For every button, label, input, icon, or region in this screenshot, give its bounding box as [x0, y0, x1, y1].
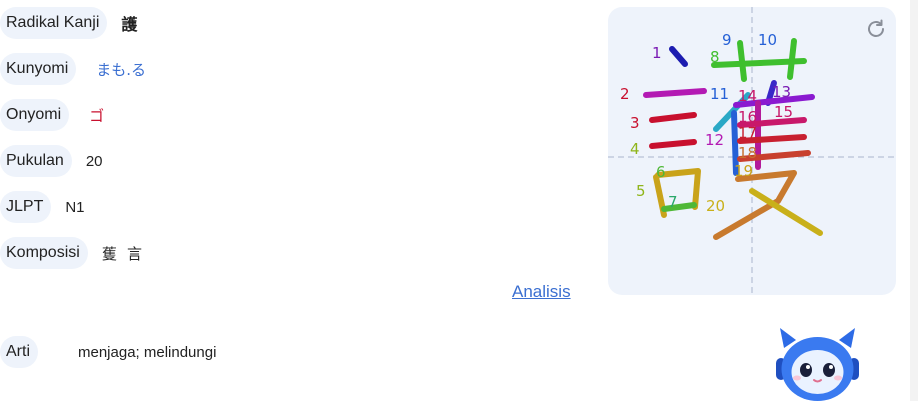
stroke	[713, 170, 797, 240]
stroke	[643, 88, 707, 98]
stroke-number: 5	[636, 182, 646, 200]
page-scrollbar[interactable]	[910, 0, 918, 401]
stroke-number: 19	[734, 162, 753, 180]
stroke-number: 2	[620, 85, 630, 103]
stroke-number: 6	[656, 163, 666, 181]
kunyomi-label: Kunyomi	[0, 53, 77, 85]
stroke	[649, 112, 697, 123]
stroke-number: 1	[652, 44, 662, 62]
onyomi-label: Onyomi	[0, 99, 70, 131]
arti-value: menjaga; melindungi	[78, 343, 217, 361]
kunyomi-value[interactable]: まも.る	[96, 59, 146, 80]
stroke	[787, 38, 797, 80]
detail-jlpt: JLPT N1	[0, 191, 85, 223]
komposisi-parts: 蒦 言	[102, 243, 148, 264]
stroke-diagram: 1 2 3 4 5 6 7 8 9 10 11 12 13 14 15 16 1…	[608, 7, 896, 295]
stroke-number: 10	[758, 31, 777, 49]
stroke-number: 12	[705, 131, 724, 149]
detail-pukulan: Pukulan 20	[0, 145, 103, 177]
stroke-order-panel: 1 2 3 4 5 6 7 8 9 10 11 12 13 14 15 16 1…	[608, 7, 896, 295]
detail-komposisi: Komposisi 蒦 言	[0, 237, 148, 269]
komposisi-part[interactable]: 蒦	[102, 245, 117, 263]
pukulan-label: Pukulan	[0, 145, 72, 177]
stroke	[669, 46, 688, 67]
analisis-link[interactable]: Analisis	[512, 282, 571, 302]
komposisi-label: Komposisi	[0, 237, 88, 269]
komposisi-part[interactable]: 言	[127, 245, 142, 263]
stroke-number: 13	[772, 83, 791, 101]
stroke-number: 8	[710, 48, 720, 66]
stroke-number: 7	[668, 193, 678, 211]
stroke	[649, 139, 697, 149]
stroke-number: 14	[738, 87, 757, 105]
detail-arti: Arti menjaga; melindungi	[0, 336, 216, 368]
robot-mascot-icon[interactable]	[770, 326, 865, 401]
arti-label: Arti	[0, 336, 38, 368]
reload-icon[interactable]	[864, 17, 888, 41]
pukulan-value: 20	[85, 152, 103, 170]
jlpt-value: N1	[65, 198, 85, 216]
detail-onyomi: Onyomi ゴ	[0, 99, 104, 131]
jlpt-label: JLPT	[0, 191, 52, 223]
detail-kunyomi: Kunyomi まも.る	[0, 53, 146, 85]
stroke-number: 18	[738, 144, 757, 162]
radikal-value: 護	[121, 15, 138, 34]
detail-radikal: Radikal Kanji 護	[0, 7, 137, 39]
stroke-number: 9	[722, 31, 732, 49]
stroke-number: 17	[738, 124, 757, 142]
onyomi-value[interactable]: ゴ	[89, 105, 104, 126]
stroke-number: 15	[774, 103, 793, 121]
stroke	[737, 40, 747, 82]
radikal-label: Radikal Kanji	[0, 7, 108, 39]
stroke-number: 3	[630, 114, 640, 132]
stroke-number: 4	[630, 140, 640, 158]
stroke-number: 11	[710, 85, 729, 103]
stroke-number: 20	[706, 197, 725, 215]
